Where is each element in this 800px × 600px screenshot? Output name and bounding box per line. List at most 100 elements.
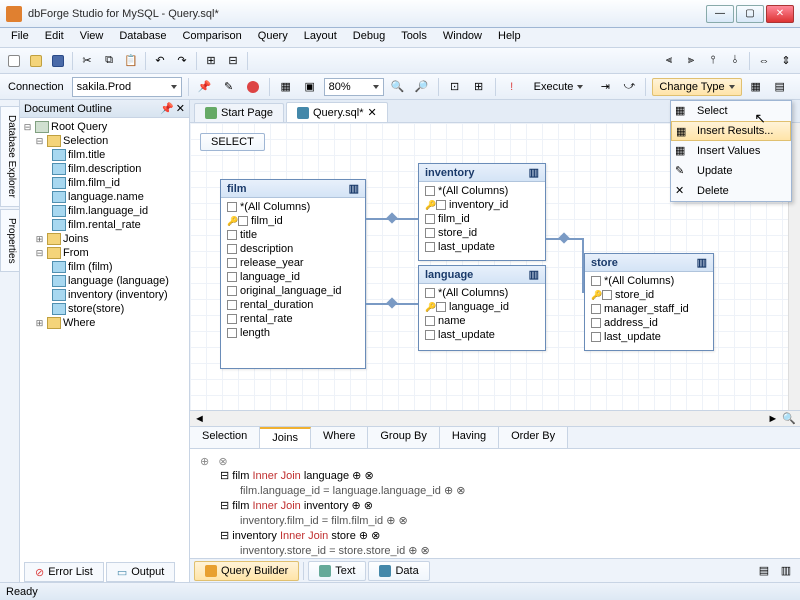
paste-button[interactable]: 📋	[121, 51, 141, 71]
tree-from[interactable]: From	[63, 247, 89, 259]
layout-btn[interactable]: ▦	[276, 77, 296, 97]
stop-button[interactable]	[243, 77, 263, 97]
view-data[interactable]: Data	[368, 561, 429, 581]
col[interactable]: *(All Columns)	[604, 275, 674, 287]
close-icon[interactable]: ✕	[368, 106, 377, 119]
tab-database-explorer[interactable]: Database Explorer	[0, 106, 19, 207]
minimize-button[interactable]: —	[706, 5, 734, 23]
join-row[interactable]: ⊟ film Inner Join inventory ⊕ ⊗	[196, 498, 794, 513]
col[interactable]: description	[240, 243, 293, 255]
tree-item[interactable]: store(store)	[68, 303, 124, 315]
align-left[interactable]: ⫷	[659, 51, 679, 71]
tree-item[interactable]: film.description	[68, 163, 141, 175]
tree-item[interactable]: film.rental_rate	[68, 219, 141, 231]
select-chip[interactable]: SELECT	[200, 133, 265, 151]
col[interactable]: last_update	[438, 329, 495, 341]
tab-query-sql[interactable]: Query.sql*✕	[286, 102, 388, 122]
change-type-button[interactable]: Change Type	[652, 78, 741, 96]
menu-window[interactable]: Window	[436, 28, 489, 47]
connection-combo[interactable]: sakila.Prod	[72, 77, 182, 97]
open-button[interactable]	[26, 51, 46, 71]
redo-button[interactable]: ↷	[172, 51, 192, 71]
tab-having[interactable]: Having	[440, 427, 499, 448]
col[interactable]: length	[240, 327, 270, 339]
cut-button[interactable]: ✂	[77, 51, 97, 71]
menu-query[interactable]: Query	[251, 28, 295, 47]
layout-toggle-b[interactable]: ▥	[776, 561, 796, 581]
tree-item[interactable]: film.language_id	[68, 205, 148, 217]
fit-btn[interactable]: ▣	[300, 77, 320, 97]
col[interactable]: manager_staff_id	[604, 303, 689, 315]
distribute-v[interactable]: ⇕	[776, 51, 796, 71]
menu-debug[interactable]: Debug	[346, 28, 392, 47]
tab-joins[interactable]: Joins	[260, 427, 311, 448]
tab-groupby[interactable]: Group By	[368, 427, 439, 448]
col[interactable]: *(All Columns)	[240, 201, 310, 213]
copy-button[interactable]: ⧉	[99, 51, 119, 71]
dd-insert-values[interactable]: ▦Insert Values	[671, 141, 791, 161]
col[interactable]: rental_duration	[240, 299, 313, 311]
tree-root[interactable]: Root Query	[51, 121, 107, 133]
menu-file[interactable]: File	[4, 28, 36, 47]
execute-button[interactable]: Execute	[526, 79, 592, 95]
tree-where[interactable]: Where	[63, 317, 95, 329]
col[interactable]: language_id	[240, 271, 300, 283]
col[interactable]: release_year	[240, 257, 304, 269]
entity-menu-icon[interactable]: ▥	[349, 182, 359, 195]
col[interactable]: store_id	[438, 227, 477, 239]
card-view-btn[interactable]: ▤	[770, 77, 790, 97]
col[interactable]: title	[240, 229, 257, 241]
join-cond[interactable]: inventory.film_id = film.film_id ⊕ ⊗	[196, 513, 794, 528]
tab-orderby[interactable]: Order By	[499, 427, 568, 448]
zoom-out[interactable]: 🔎	[412, 77, 432, 97]
col[interactable]: last_update	[604, 331, 661, 343]
tab-start-page[interactable]: Start Page	[194, 103, 284, 122]
close-button[interactable]: ✕	[766, 5, 794, 23]
col[interactable]: address_id	[604, 317, 658, 329]
dd-delete[interactable]: ✕Delete	[671, 181, 791, 201]
debug-step[interactable]: ⇥	[595, 77, 615, 97]
col[interactable]: original_language_id	[240, 285, 342, 297]
distribute-h[interactable]: ⇔	[754, 51, 774, 71]
dd-insert-results[interactable]: ▦Insert Results...	[671, 121, 791, 141]
new-button[interactable]	[4, 51, 24, 71]
col[interactable]: language_id	[449, 301, 509, 313]
entity-language[interactable]: language▥ *(All Columns) 🔑language_id na…	[418, 265, 546, 351]
tree-item[interactable]: language (language)	[68, 275, 169, 287]
maximize-button[interactable]: ▢	[736, 5, 764, 23]
tree-item[interactable]: language.name	[68, 191, 144, 203]
layout-toggle-a[interactable]: ▤	[754, 561, 774, 581]
menu-comparison[interactable]: Comparison	[175, 28, 248, 47]
relation-line[interactable]	[582, 238, 584, 293]
view-query-builder[interactable]: Query Builder	[194, 561, 299, 581]
undo-button[interactable]: ↶	[150, 51, 170, 71]
tool-b[interactable]: ⊟	[223, 51, 243, 71]
horizontal-scrollbar[interactable]: ◄►🔍	[190, 410, 800, 426]
menu-database[interactable]: Database	[112, 28, 173, 47]
menu-tools[interactable]: Tools	[394, 28, 434, 47]
tree-joins[interactable]: Joins	[63, 233, 89, 245]
outline-tree[interactable]: ⊟Root Query ⊟Selection film.title film.d…	[20, 118, 189, 582]
menu-help[interactable]: Help	[491, 28, 528, 47]
menu-view[interactable]: View	[73, 28, 111, 47]
grid-view-btn[interactable]: ▦	[746, 77, 766, 97]
tab-error-list[interactable]: ⊘Error List	[24, 562, 104, 582]
tab-output[interactable]: ▭Output	[106, 562, 175, 582]
align-center[interactable]: ⫸	[681, 51, 701, 71]
debug-over[interactable]: ⤻	[619, 77, 639, 97]
tree-item[interactable]: film.title	[68, 149, 105, 161]
entity-inventory[interactable]: inventory▥ *(All Columns) 🔑inventory_id …	[418, 163, 546, 261]
view-text[interactable]: Text	[308, 561, 366, 581]
join-cond[interactable]: inventory.store_id = store.store_id ⊕ ⊗	[196, 543, 794, 558]
col[interactable]: name	[438, 315, 466, 327]
tab-selection[interactable]: Selection	[190, 427, 260, 448]
dd-select[interactable]: ▦Select	[671, 101, 791, 121]
col[interactable]: *(All Columns)	[438, 185, 508, 197]
entity-film[interactable]: film▥ *(All Columns) 🔑film_id title desc…	[220, 179, 366, 369]
menu-layout[interactable]: Layout	[297, 28, 344, 47]
align-top[interactable]: ⫯	[703, 51, 723, 71]
close-icon[interactable]: ✕	[176, 102, 185, 115]
edit-button[interactable]: ✎	[219, 77, 239, 97]
join-row[interactable]: ⊟ inventory Inner Join store ⊕ ⊗	[196, 528, 794, 543]
menu-edit[interactable]: Edit	[38, 28, 71, 47]
